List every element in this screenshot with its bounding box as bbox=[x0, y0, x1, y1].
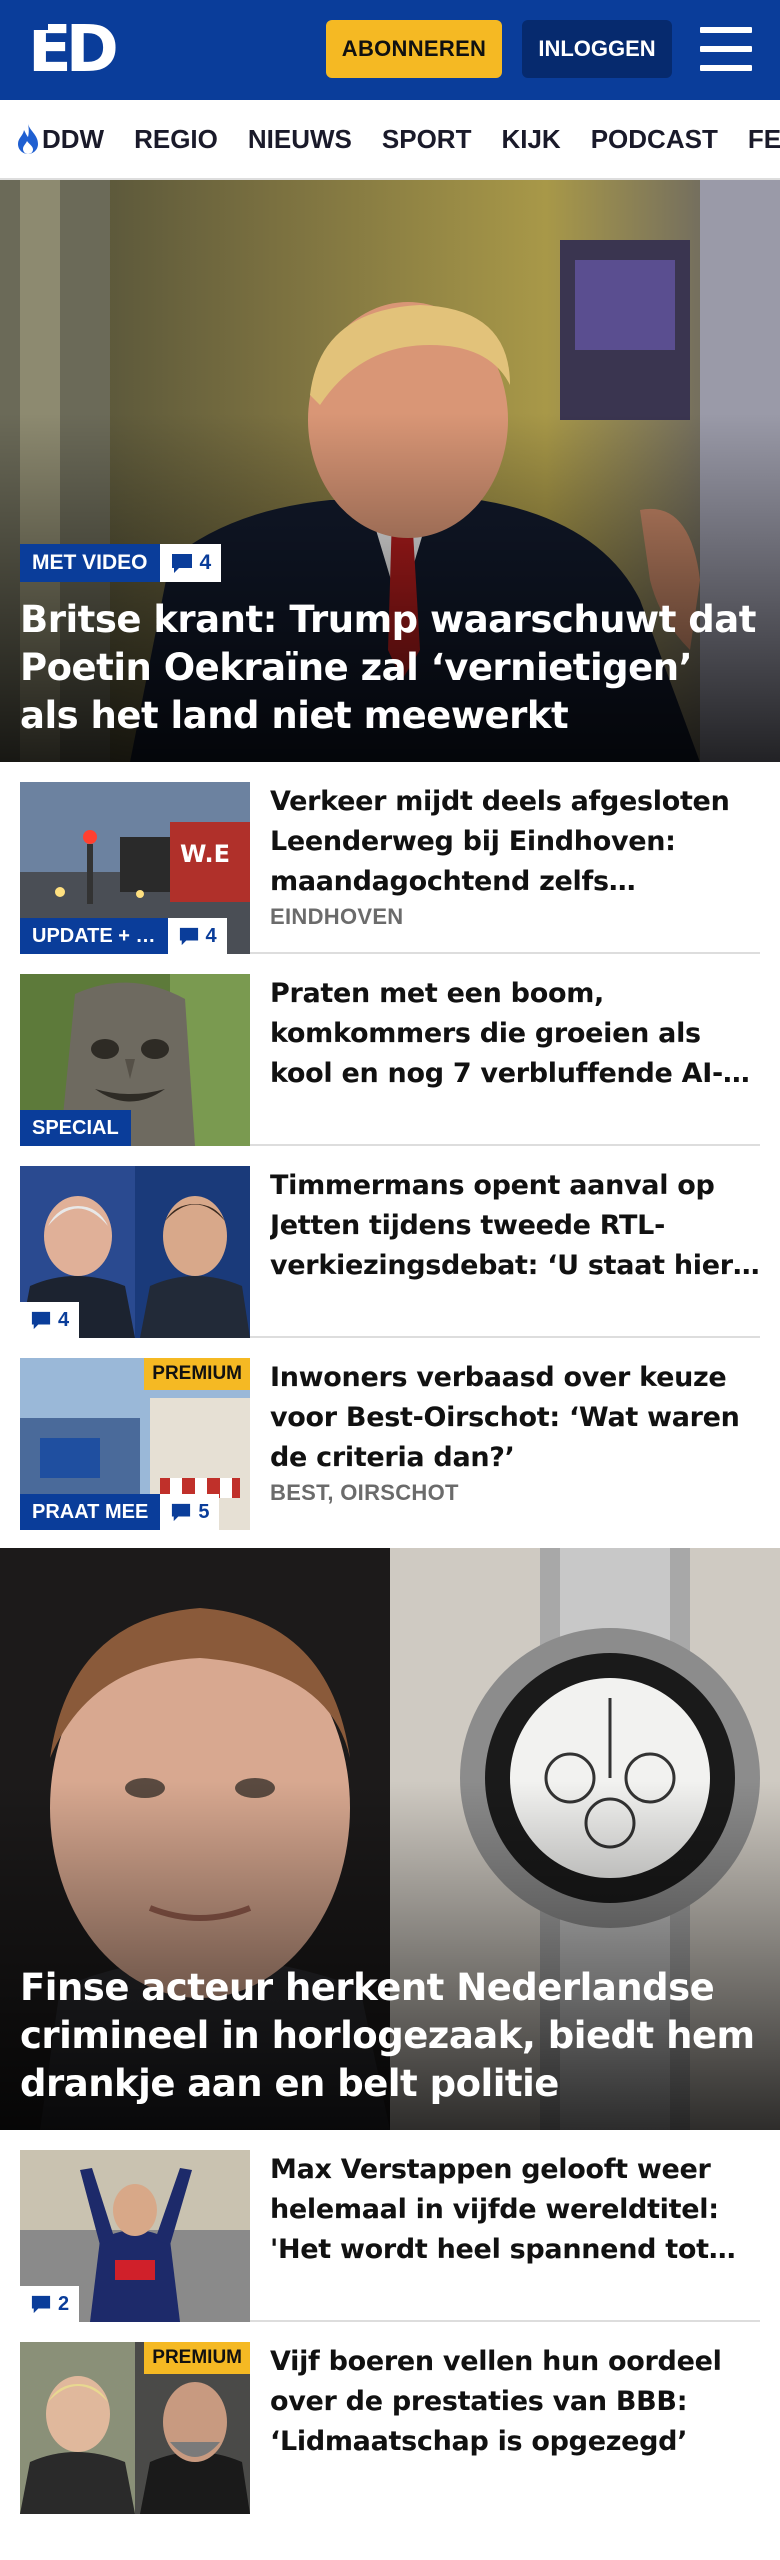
nav-item-nieuws[interactable]: NIEUWS bbox=[248, 124, 352, 155]
list-item[interactable]: PREMIUM PRAAT MEE 5 Inwoners verbaasd ov… bbox=[20, 1338, 760, 1530]
comment-count-value: 4 bbox=[58, 1308, 70, 1331]
hero-labels: MET VIDEO 4 bbox=[20, 544, 760, 582]
menu-icon[interactable] bbox=[700, 27, 752, 71]
article-title[interactable]: Verkeer mijdt deels afgesloten Leenderwe… bbox=[270, 782, 760, 902]
nav-item-kijk[interactable]: KIJK bbox=[501, 124, 560, 155]
nav-item-fee[interactable]: FEE bbox=[748, 124, 780, 155]
article-title[interactable]: Inwoners verbaasd over keuze voor Best-O… bbox=[270, 1358, 760, 1478]
article-title[interactable]: Timmermans opent aanval op Jetten tijden… bbox=[270, 1166, 760, 1286]
hero-article-actor[interactable]: Finse acteur herkent Nederlandse crimine… bbox=[0, 1548, 780, 2130]
top-header: ED ABONNEREN INLOGGEN bbox=[0, 0, 780, 100]
comment-icon bbox=[179, 927, 198, 946]
svg-text:W.E: W.E bbox=[180, 840, 230, 868]
login-button[interactable]: INLOGGEN bbox=[522, 20, 672, 78]
article-title[interactable]: Vijf boeren vellen hun oordeel over de p… bbox=[270, 2342, 760, 2462]
list-item[interactable]: 2 Max Verstappen gelooft weer helemaal i… bbox=[20, 2130, 760, 2322]
comment-count[interactable]: 5 bbox=[160, 1494, 220, 1530]
list-item[interactable]: W.E UPDATE + … 4 Verkeer mijdt deels afg… bbox=[20, 762, 760, 954]
comment-count[interactable]: 4 bbox=[20, 1302, 80, 1338]
article-thumbnail: SPECIAL bbox=[20, 974, 250, 1146]
nav-item-sport[interactable]: SPORT bbox=[382, 124, 472, 155]
article-list: W.E UPDATE + … 4 Verkeer mijdt deels afg… bbox=[0, 762, 780, 1530]
comment-icon bbox=[31, 1311, 51, 1330]
comment-count-value: 5 bbox=[198, 1500, 210, 1523]
comment-icon bbox=[171, 554, 192, 573]
nav-item-podcast[interactable]: PODCAST bbox=[591, 124, 718, 155]
nav-item-ddw[interactable]: DDW bbox=[16, 123, 104, 155]
article-thumbnail: PREMIUM PRAAT MEE 5 bbox=[20, 1358, 250, 1530]
flame-icon bbox=[18, 124, 38, 154]
article-thumbnail: PREMIUM bbox=[20, 2342, 250, 2514]
subscribe-button[interactable]: ABONNEREN bbox=[326, 20, 502, 78]
premium-badge: PREMIUM bbox=[144, 1358, 250, 1390]
comment-count[interactable]: 4 bbox=[167, 918, 227, 954]
article-location: EINDHOVEN bbox=[270, 904, 404, 929]
hero-headline[interactable]: Finse acteur herkent Nederlandse crimine… bbox=[20, 1964, 760, 2108]
list-item[interactable]: 4 Timmermans opent aanval op Jetten tijd… bbox=[20, 1146, 760, 1338]
hero-article-trump[interactable]: MET VIDEO 4 Britse krant: Trump waarschu… bbox=[0, 180, 780, 762]
comment-icon bbox=[172, 1503, 191, 1522]
comment-count[interactable]: 2 bbox=[20, 2286, 80, 2322]
ed-logo[interactable]: ED bbox=[28, 18, 119, 82]
hero-headline[interactable]: Britse krant: Trump waarschuwt dat Poeti… bbox=[20, 596, 760, 740]
article-thumbnail: 4 bbox=[20, 1166, 250, 1338]
section-nav: DDW REGIO NIEUWS SPORT KIJK PODCAST FEE bbox=[0, 100, 780, 180]
premium-badge: PREMIUM bbox=[144, 2342, 250, 2374]
comment-icon bbox=[31, 2295, 51, 2314]
list-item[interactable]: PREMIUM Vijf boeren vellen hun oordeel o… bbox=[20, 2322, 760, 2514]
comment-count-value: 4 bbox=[205, 924, 217, 947]
update-tag: UPDATE + … bbox=[20, 918, 168, 954]
nav-item-label: DDW bbox=[42, 123, 105, 154]
list-item[interactable]: SPECIAL Praten met een boom, komkommers … bbox=[20, 954, 760, 1146]
article-list-2: 2 Max Verstappen gelooft weer helemaal i… bbox=[0, 2130, 780, 2514]
special-tag: SPECIAL bbox=[20, 1110, 131, 1146]
praat-mee-tag: PRAAT MEE bbox=[20, 1494, 161, 1530]
video-tag: MET VIDEO bbox=[20, 544, 160, 582]
comment-count[interactable]: 4 bbox=[159, 544, 222, 582]
comment-count-value: 2 bbox=[58, 2292, 70, 2315]
article-thumbnail: 2 bbox=[20, 2150, 250, 2322]
article-location: BEST, OIRSCHOT bbox=[270, 1480, 459, 1505]
article-title[interactable]: Praten met een boom, komkommers die groe… bbox=[270, 974, 760, 1094]
comment-count-value: 4 bbox=[199, 551, 212, 574]
nav-item-regio[interactable]: REGIO bbox=[134, 124, 218, 155]
article-thumbnail: W.E UPDATE + … 4 bbox=[20, 782, 250, 954]
article-title[interactable]: Max Verstappen gelooft weer helemaal in … bbox=[270, 2150, 760, 2270]
